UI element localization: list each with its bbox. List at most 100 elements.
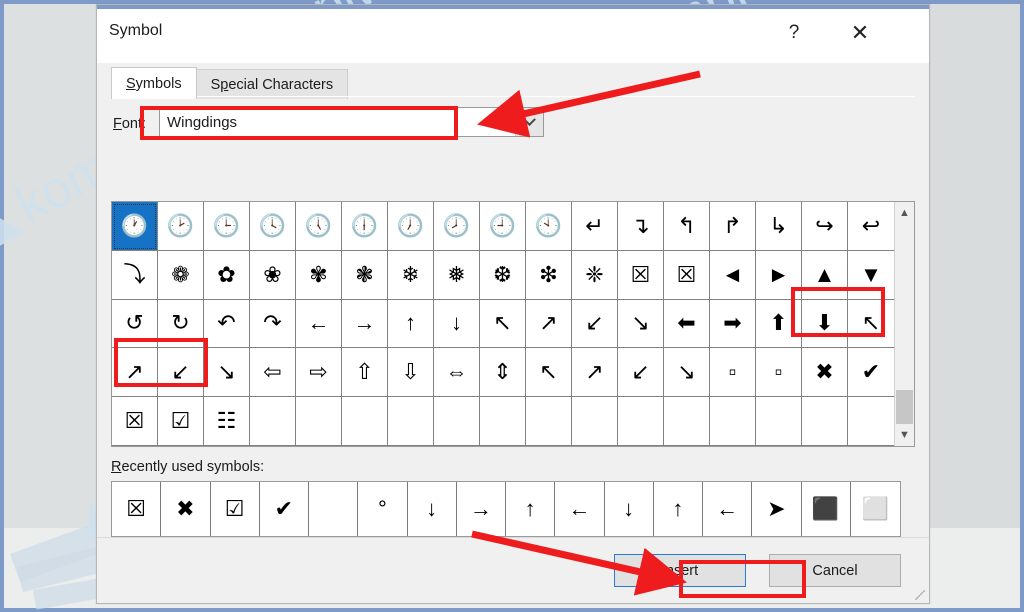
symbol-cell[interactable]: ⬅ (664, 299, 710, 349)
symbol-cell[interactable]: ↵ (572, 202, 618, 251)
symbol-cell[interactable]: ↙ (618, 348, 664, 398)
symbol-cell[interactable] (480, 397, 526, 446)
symbol-cell[interactable] (756, 397, 802, 446)
symbol-cell[interactable]: ↷ (250, 299, 296, 349)
symbol-cell[interactable]: → (342, 299, 388, 349)
recent-symbol-cell[interactable]: ↑ (506, 482, 556, 536)
symbol-cell[interactable]: ↳ (756, 202, 802, 251)
scrollbar-track[interactable] (895, 224, 914, 424)
symbol-grid[interactable]: 🕐 🕑 🕒 🕓 🕔 🕕 🕖 🕗 🕘 🕙 ↵ ↴ ↰ ↱ ↳ ↪ ↩ ⤵ ❁ ✿ ❀ ✾ ❃ ❄ ❅ ❆ ❇ ❈ ☒ ☒ ◄ ► ▲ ▼ ↺ ↻ ↶ ↷ ← →… (112, 202, 894, 446)
close-icon[interactable]: ✕ (837, 15, 883, 51)
symbol-cell[interactable]: ❇ (526, 250, 572, 300)
symbol-cell[interactable]: ↗ (526, 299, 572, 349)
symbol-cell[interactable]: ❁ (158, 250, 204, 300)
symbol-cell[interactable] (526, 397, 572, 446)
symbol-cell[interactable]: ❈ (572, 250, 618, 300)
recent-symbol-cell[interactable]: ☒ (112, 482, 162, 536)
recent-symbol-cell[interactable]: ↓ (605, 482, 654, 536)
symbol-cell[interactable]: ⬇ (802, 299, 848, 349)
symbol-cell[interactable]: ↘ (664, 348, 710, 398)
symbol-cell[interactable]: ▫ (710, 348, 756, 398)
symbol-cell[interactable]: ➡ (710, 299, 756, 349)
symbol-cell[interactable]: ↗ (572, 348, 618, 398)
recently-used-symbols[interactable]: ☒ ✖ ☑ ✔ ° ↓ → ↑ ← ↓ ↑ ← ➤ ⬛ ⬜ (111, 481, 901, 537)
recent-symbol-cell[interactable]: ° (358, 482, 408, 536)
symbol-cell[interactable]: ◄ (710, 250, 756, 300)
symbol-cell[interactable]: ↓ (434, 299, 480, 349)
symbol-cell[interactable]: ↑ (388, 299, 434, 349)
recent-symbol-cell[interactable]: ✔ (260, 482, 309, 536)
symbol-cell[interactable]: ❅ (434, 250, 480, 300)
symbol-cell[interactable]: ↖ (480, 299, 526, 349)
symbol-cell[interactable]: ↱ (710, 202, 756, 251)
symbol-cell[interactable] (618, 397, 664, 446)
symbol-cell[interactable]: ► (756, 250, 802, 300)
symbol-cell[interactable] (664, 397, 710, 446)
symbol-grid-scrollbar[interactable]: ▲ ▼ (894, 202, 914, 446)
symbol-cell[interactable]: 🕒 (204, 202, 250, 251)
symbol-cell[interactable]: ☑ (158, 397, 204, 446)
symbol-cell[interactable]: ↰ (664, 202, 710, 251)
symbol-cell[interactable]: 🕓 (250, 202, 296, 251)
symbol-cell[interactable]: ↘ (618, 299, 664, 349)
symbol-cell[interactable]: 🕗 (434, 202, 480, 251)
symbol-cell[interactable] (434, 397, 480, 446)
chevron-down-icon[interactable] (515, 108, 543, 136)
symbol-cell[interactable]: ↻ (158, 299, 204, 349)
symbol-cell[interactable]: ☷ (204, 397, 250, 446)
symbol-cell[interactable]: ☒ (112, 397, 158, 446)
recent-symbol-cell[interactable]: ➤ (752, 482, 802, 536)
recent-symbol-cell[interactable]: ← (703, 482, 753, 536)
symbol-cell[interactable]: 🕔 (296, 202, 342, 251)
symbol-cell[interactable]: ↙ (158, 348, 204, 398)
recent-symbol-cell[interactable]: → (457, 482, 506, 536)
symbol-cell[interactable]: 🕖 (388, 202, 434, 251)
symbol-cell[interactable]: ↖ (526, 348, 572, 398)
recent-symbol-cell[interactable]: ← (555, 482, 605, 536)
symbol-cell[interactable] (342, 397, 388, 446)
symbol-cell[interactable]: ✾ (296, 250, 342, 300)
symbol-cell[interactable]: 🕙 (526, 202, 572, 251)
symbol-cell[interactable]: ❆ (480, 250, 526, 300)
recent-symbol-cell[interactable]: ↑ (654, 482, 703, 536)
symbol-cell[interactable] (388, 397, 434, 446)
chevron-down-icon[interactable]: ▼ (895, 424, 914, 446)
symbol-cell[interactable]: ✔ (848, 348, 894, 398)
symbol-cell[interactable]: ⇧ (342, 348, 388, 398)
symbol-cell[interactable] (710, 397, 756, 446)
cancel-button[interactable]: Cancel (769, 554, 901, 587)
symbol-cell[interactable]: ↩ (848, 202, 894, 251)
symbol-cell[interactable] (572, 397, 618, 446)
symbol-cell[interactable]: ▲ (802, 250, 848, 300)
symbol-cell[interactable]: 🕕 (342, 202, 388, 251)
symbol-cell[interactable]: ↘ (204, 348, 250, 398)
symbol-cell[interactable]: ⇩ (388, 348, 434, 398)
tab-special-characters[interactable]: Special Characters (195, 69, 349, 99)
symbol-cell[interactable]: ↙ (572, 299, 618, 349)
chevron-up-icon[interactable]: ▲ (895, 202, 914, 224)
symbol-cell[interactable]: ⇦ (250, 348, 296, 398)
symbol-cell[interactable] (296, 397, 342, 446)
symbol-cell[interactable]: ⇕ (480, 348, 526, 398)
recent-symbol-cell[interactable]: ✖ (161, 482, 211, 536)
symbol-cell[interactable]: ↺ (112, 299, 158, 349)
recent-symbol-cell[interactable]: ⬛ (802, 482, 851, 536)
recent-symbol-cell[interactable] (309, 482, 359, 536)
symbol-cell[interactable]: ❄ (388, 250, 434, 300)
tab-symbols[interactable]: Symbols (111, 67, 197, 99)
symbol-cell[interactable]: ⤵ (112, 250, 158, 300)
font-select[interactable]: Wingdings (159, 107, 544, 137)
symbol-cell[interactable]: ↴ (618, 202, 664, 251)
recent-symbol-cell[interactable]: ⬜ (851, 482, 900, 536)
symbol-cell[interactable]: ❃ (342, 250, 388, 300)
resize-grip-icon[interactable] (915, 590, 925, 600)
symbol-cell[interactable]: ▼ (848, 251, 894, 300)
recent-symbol-cell[interactable]: ↓ (408, 482, 457, 536)
symbol-cell[interactable]: ⇨ (296, 348, 342, 398)
symbol-cell[interactable] (802, 397, 848, 446)
symbol-cell[interactable]: ↪ (802, 202, 848, 251)
symbol-cell[interactable]: ☒ (664, 250, 710, 300)
scrollbar-thumb[interactable] (896, 390, 913, 424)
symbol-cell[interactable]: 🕐 (112, 202, 158, 251)
symbol-cell[interactable]: ← (296, 299, 342, 349)
